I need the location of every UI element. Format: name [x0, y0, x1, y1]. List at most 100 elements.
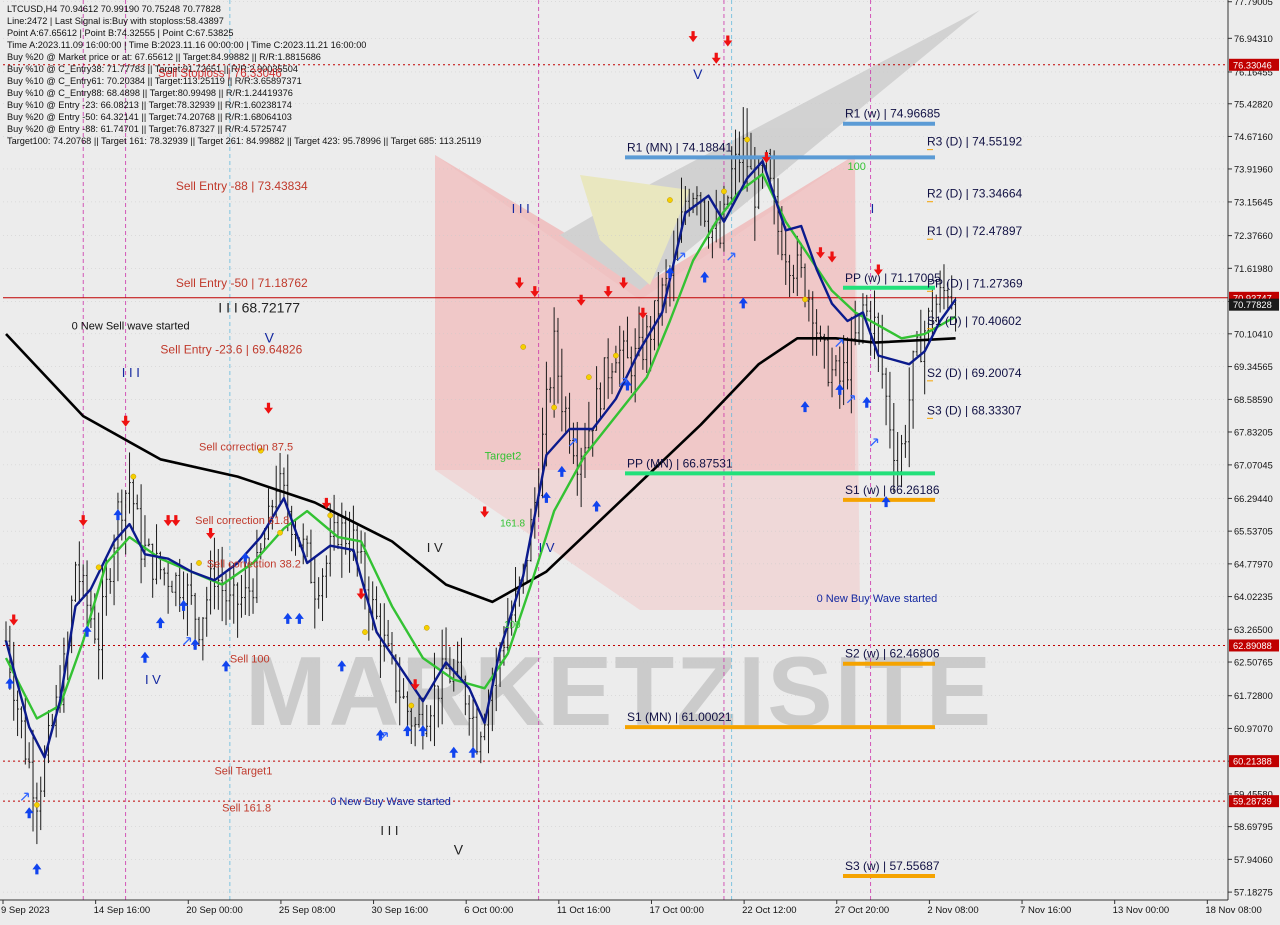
chart-annotation: Sell Entry -88 | 73.43834 [176, 179, 308, 193]
chart-annotation: Sell 100 [230, 653, 270, 665]
chart-annotation: I V [539, 540, 555, 555]
price-tick-label: 66.29440 [1234, 494, 1273, 504]
chart-annotation: I V [145, 672, 161, 687]
signal-dot [802, 296, 808, 303]
daily-level-label: S3 (D) | 68.33307 [927, 403, 1022, 417]
daily-level-label: PP (D) | 71.27369 [927, 276, 1023, 290]
price-level-label: 62.89088 [1233, 641, 1272, 651]
time-tick-label: 27 Oct 20:00 [835, 905, 889, 916]
price-tick-label: 73.15645 [1234, 197, 1273, 207]
time-tick-label: 11 Oct 16:00 [557, 905, 611, 916]
time-tick-label: 14 Sep 16:00 [94, 905, 151, 916]
time-tick-label: 25 Sep 08:00 [279, 905, 336, 916]
price-tick-label: 75.42820 [1234, 99, 1273, 109]
time-tick-label: 22 Oct 12:00 [742, 905, 796, 916]
price-tick-label: 77.79005 [1234, 0, 1273, 7]
info-line: LTCUSD,H4 70.94612 70.99190 70.75248 70.… [7, 4, 221, 14]
chart-annotation: I I I [122, 365, 140, 380]
price-tick-label: 67.83205 [1234, 427, 1273, 437]
chart-annotation: Sell correction 61.8 [195, 515, 289, 527]
chart-annotation: V [693, 66, 703, 82]
price-tick-label: 64.02235 [1234, 592, 1273, 602]
signal-dot [423, 624, 430, 631]
chart-annotation: Sell Entry -23.6 | 69.64826 [160, 343, 302, 357]
pivot-label: R1 (MN) | 74.18841 [627, 140, 732, 154]
chart-annotation: 0 New Buy Wave started [330, 796, 451, 808]
signal-dot [551, 404, 557, 411]
price-tick-label: 65.53705 [1234, 527, 1273, 537]
chart-canvas[interactable]: MARKETZISITE R1 (MN) | 74.18841PP (MN) |… [0, 0, 1280, 920]
chart-annotation: Sell 161.8 [222, 802, 271, 814]
info-line: Time A:2023.11.09 16:00:00 | Time B:2023… [7, 40, 366, 50]
signal-dot [667, 197, 673, 203]
pivot-label: PP (MN) | 66.87531 [627, 456, 733, 470]
pivot-label: S3 (w) | 57.55687 [845, 859, 940, 873]
price-tick-label: 71.61980 [1234, 264, 1273, 274]
price-tick-label: 70.10410 [1234, 329, 1273, 339]
signal-dot [196, 560, 202, 566]
chart-annotation: 161.8 [500, 518, 525, 529]
chart-annotation: 100 [847, 161, 865, 173]
pivot-label: S2 (w) | 62.46806 [845, 647, 940, 661]
time-tick-label: 17 Oct 00:00 [649, 905, 703, 916]
signal-dot [586, 374, 592, 381]
price-tick-label: 58.69795 [1234, 822, 1273, 832]
chart-annotation: I V [427, 540, 443, 555]
chart-annotation: 0 New Sell wave started [72, 321, 190, 333]
signal-dot [277, 529, 283, 536]
chart-annotation: Target2 [485, 450, 522, 462]
chart-annotation: Sell Target1 [214, 766, 272, 778]
price-level-label: 59.28739 [1233, 797, 1272, 807]
signal-dot [95, 564, 102, 571]
price-tick-label: 76.94310 [1234, 34, 1273, 44]
signal-dot [327, 512, 334, 519]
price-tick-label: 61.72800 [1234, 691, 1273, 701]
chart-annotation: Sell correction 87.5 [199, 442, 293, 454]
price-tick-label: 68.58590 [1234, 395, 1273, 405]
signal-dot [520, 344, 527, 350]
signal-dot [613, 352, 619, 359]
price-level-label: 76.33046 [1233, 60, 1272, 70]
chart-annotation: V [265, 330, 275, 346]
time-tick-label: 13 Nov 00:00 [1113, 905, 1170, 916]
chart-annotation: V [454, 842, 464, 858]
info-line: Buy %20 @ Market price or at: 67.65612 |… [7, 52, 321, 62]
daily-level-label: R3 (D) | 74.55192 [927, 135, 1022, 149]
time-tick-label: 20 Sep 00:00 [186, 905, 243, 916]
chart-annotation: 100 [504, 620, 521, 631]
info-line: Buy %20 @ Entry -50: 64.32141 || Target:… [7, 112, 292, 122]
price-tick-label: 67.07045 [1234, 460, 1273, 470]
chart-annotation: I I I 68.72177 [218, 299, 300, 315]
price-tick-label: 62.50765 [1234, 658, 1273, 668]
price-tick-label: 64.77970 [1234, 559, 1273, 569]
info-line: Buy %10 @ Entry -23: 66.08213 || Target:… [7, 100, 292, 110]
signal-dot [34, 802, 40, 808]
signal-dot [362, 629, 368, 635]
time-tick-label: 6 Oct 00:00 [464, 905, 513, 916]
daily-level-label: R1 (D) | 72.47897 [927, 224, 1022, 238]
pivot-label: S1 (MN) | 61.00021 [627, 710, 732, 724]
time-tick-label: 9 Sep 2023 [1, 905, 50, 916]
daily-level-label: S2 (D) | 69.20074 [927, 366, 1022, 380]
chart-annotation: I I I [380, 823, 398, 838]
daily-level-label: S1 (D) | 70.40602 [927, 314, 1022, 328]
time-axis: 9 Sep 2023 14 Sep 16:00 20 Sep 00:00 25 Sep… [0, 899, 1262, 916]
pivot-label: S1 (w) | 66.26186 [845, 483, 940, 497]
forex-chart[interactable]: MARKETZISITE R1 (MN) | 74.18841 PP (MN) |… [0, 0, 1280, 920]
price-tick-label: 57.94060 [1234, 855, 1273, 865]
signal-dot [130, 473, 137, 480]
signal-dot [721, 188, 727, 195]
price-tick-label: 60.97070 [1234, 724, 1273, 734]
chart-annotation: I [871, 201, 875, 216]
info-line: Buy %20 @ Entry -88: 61.74701 || Target:… [7, 124, 287, 134]
info-line: Buy %10 @ C_Entry88: 68.4898 || Target:8… [7, 88, 293, 98]
info-overlay-label: Sell Stoploss | 76.33046 [158, 68, 282, 80]
price-tick-label: 57.18275 [1234, 888, 1273, 898]
info-line: Line:2472 | Last Signal is:Buy with stop… [7, 16, 224, 26]
time-tick-label: 30 Sep 16:00 [372, 905, 429, 916]
daily-level-label: R2 (D) | 73.34664 [927, 187, 1022, 201]
info-line: Target100: 74.20768 || Target 161: 78.32… [7, 136, 481, 146]
signal-dot [408, 702, 415, 709]
time-tick-label: 7 Nov 16:00 [1020, 905, 1071, 916]
price-tick-label: 69.34565 [1234, 362, 1273, 372]
